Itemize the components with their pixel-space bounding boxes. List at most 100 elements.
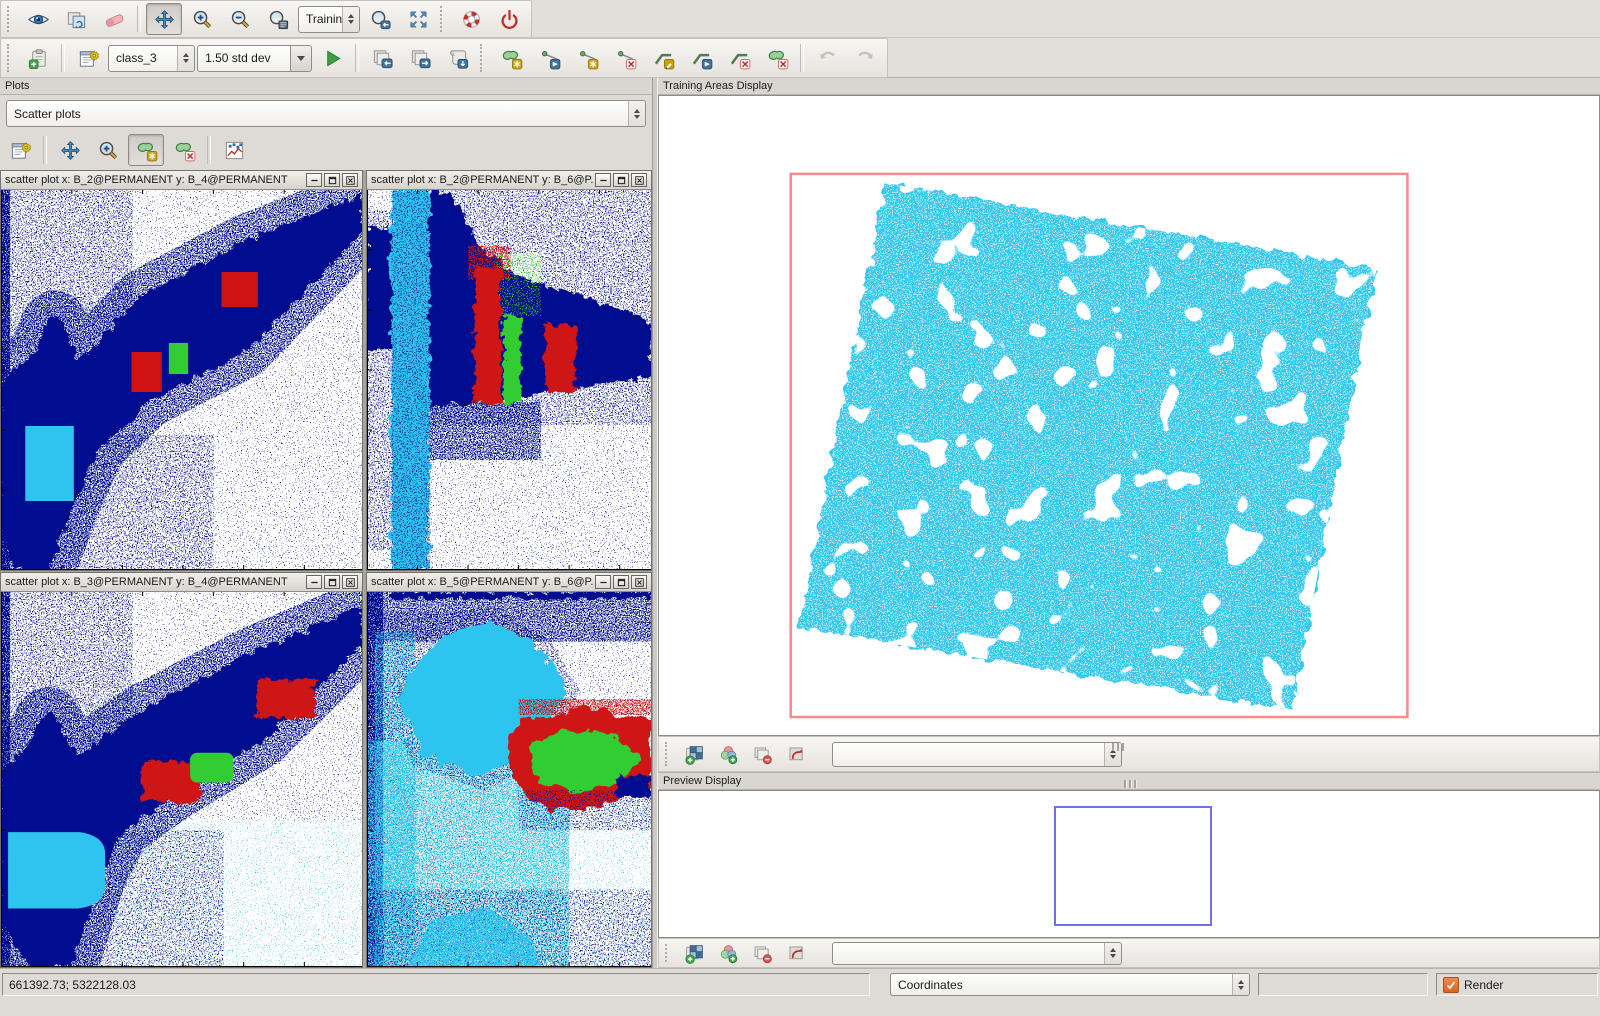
remove-line-button[interactable]	[721, 42, 757, 74]
export-areas-icon	[409, 47, 432, 70]
close-button[interactable]	[342, 575, 358, 589]
remove-layer-button[interactable]	[746, 939, 778, 967]
statusbar-mode-selector[interactable]: Coordinates	[890, 973, 1250, 996]
preview-canvas[interactable]	[658, 790, 1600, 938]
class-manager-icon	[77, 47, 100, 70]
class-selector[interactable]: class_3	[108, 45, 195, 72]
sash-handle[interactable]	[1112, 740, 1127, 754]
export-areas-button[interactable]	[402, 42, 438, 74]
plot-pan-button[interactable]	[52, 134, 88, 166]
training-map	[659, 96, 1599, 735]
scatter-canvas-1[interactable]	[1, 190, 362, 570]
quit-button[interactable]	[491, 3, 527, 35]
training-mode-spinner[interactable]: Training	[298, 6, 360, 33]
spin-arrows[interactable]	[1104, 943, 1121, 964]
maximize-icon	[328, 176, 337, 185]
rerender-button[interactable]	[780, 740, 812, 768]
scatter-window-4-titlebar[interactable]: scatter plot x: B_5@PERMANENT y: B_6@P..…	[367, 573, 651, 592]
redo-button[interactable]	[847, 42, 883, 74]
show-attributes-button[interactable]	[20, 3, 56, 35]
scatter-window-4-title: scatter plot x: B_5@PERMANENT y: B_6@P..…	[371, 576, 593, 588]
scatter-canvas-3[interactable]	[1, 592, 362, 967]
add-vertex-button[interactable]	[569, 42, 605, 74]
erase-display-button[interactable]	[96, 3, 132, 35]
zoom-extent-button[interactable]	[400, 3, 436, 35]
digitize-area-button[interactable]	[493, 42, 529, 74]
add-raster-layer-button[interactable]	[678, 740, 710, 768]
render-checkbox[interactable]	[1443, 977, 1459, 993]
training-layer-selector[interactable]	[832, 742, 1122, 767]
plot-options-button[interactable]	[216, 134, 252, 166]
help-button[interactable]	[453, 3, 489, 35]
delete-area-button[interactable]	[759, 42, 795, 74]
move-vertex-button[interactable]	[531, 42, 567, 74]
close-button[interactable]	[631, 173, 647, 187]
scatter-window-1-titlebar[interactable]: scatter plot x: B_2@PERMANENT y: B_4@PER…	[1, 171, 362, 190]
return-zoom-button[interactable]	[362, 3, 398, 35]
spin-arrows[interactable]	[1232, 974, 1249, 995]
scatter-window-2-titlebar[interactable]: scatter plot x: B_2@PERMANENT y: B_6@P..…	[367, 171, 651, 190]
plot-settings-button[interactable]	[2, 134, 38, 166]
redo-icon	[854, 47, 877, 70]
minimize-button[interactable]	[595, 575, 611, 589]
copy-raster-button[interactable]	[58, 3, 94, 35]
scatter-window-3-titlebar[interactable]: scatter plot x: B_3@PERMANENT y: B_4@PER…	[1, 573, 362, 592]
save-script-button[interactable]	[440, 42, 476, 74]
stddev-selector[interactable]: 1.50 std dev	[197, 45, 312, 72]
toolbar-grip[interactable]	[7, 6, 16, 32]
toolbar-grip[interactable]	[7, 44, 16, 72]
remove-vertex-button[interactable]	[607, 42, 643, 74]
render-label: Render	[1464, 978, 1503, 992]
maximize-button[interactable]	[613, 575, 629, 589]
pan-button[interactable]	[146, 3, 182, 35]
spin-arrows[interactable]	[177, 46, 194, 71]
run-analysis-icon	[321, 47, 344, 70]
zoom-out-button[interactable]	[222, 3, 258, 35]
close-button[interactable]	[631, 575, 647, 589]
sash-handle[interactable]	[1124, 777, 1139, 791]
toolbar-grip[interactable]	[440, 6, 449, 32]
plots-grid: scatter plot x: B_2@PERMANENT y: B_4@PER…	[0, 170, 652, 968]
scatter-canvas-4[interactable]	[367, 592, 651, 967]
plot-type-selector[interactable]: Scatter plots	[6, 100, 646, 127]
edit-line-button[interactable]	[645, 42, 681, 74]
minimize-button[interactable]	[595, 173, 611, 187]
add-rgb-layer-icon	[718, 744, 739, 765]
run-analysis-button[interactable]	[314, 42, 350, 74]
toolbar-grip[interactable]	[665, 742, 674, 766]
preview-extent-frame	[1054, 806, 1212, 926]
close-button[interactable]	[342, 173, 358, 187]
maximize-button[interactable]	[613, 173, 629, 187]
zoom-in-button[interactable]	[184, 3, 220, 35]
spin-arrows[interactable]	[342, 7, 359, 32]
training-map-canvas[interactable]	[658, 95, 1600, 736]
toolbar-grip[interactable]	[665, 944, 674, 962]
coordinates-display: 661392.73; 5322128.03	[2, 973, 870, 996]
preview-layer-selector[interactable]	[832, 942, 1122, 965]
plot-zoom-button[interactable]	[90, 134, 126, 166]
scatter-canvas-2[interactable]	[367, 190, 651, 570]
add-rgb-layer-button[interactable]	[712, 740, 744, 768]
add-training-map-button[interactable]	[20, 42, 56, 74]
main-toolbar: Training	[0, 0, 532, 38]
select-area-button[interactable]	[128, 134, 164, 166]
minimize-button[interactable]	[306, 575, 322, 589]
maximize-button[interactable]	[324, 575, 340, 589]
class-manager-button[interactable]	[70, 42, 106, 74]
rerender-button[interactable]	[780, 939, 812, 967]
dropdown-arrow[interactable]	[290, 46, 311, 71]
add-raster-layer-button[interactable]	[678, 939, 710, 967]
toolbar-grip[interactable]	[480, 44, 489, 72]
deselect-area-button[interactable]	[166, 134, 202, 166]
import-areas-button[interactable]	[364, 42, 400, 74]
move-line-button[interactable]	[683, 42, 719, 74]
maximize-button[interactable]	[324, 173, 340, 187]
zoom-to-map-button[interactable]	[260, 3, 296, 35]
spin-arrows[interactable]	[628, 101, 645, 126]
close-icon	[635, 578, 644, 587]
minimize-button[interactable]	[306, 173, 322, 187]
remove-layer-button[interactable]	[746, 740, 778, 768]
undo-button[interactable]	[809, 42, 845, 74]
zoom-to-map-icon	[267, 8, 290, 31]
add-rgb-layer-button[interactable]	[712, 939, 744, 967]
